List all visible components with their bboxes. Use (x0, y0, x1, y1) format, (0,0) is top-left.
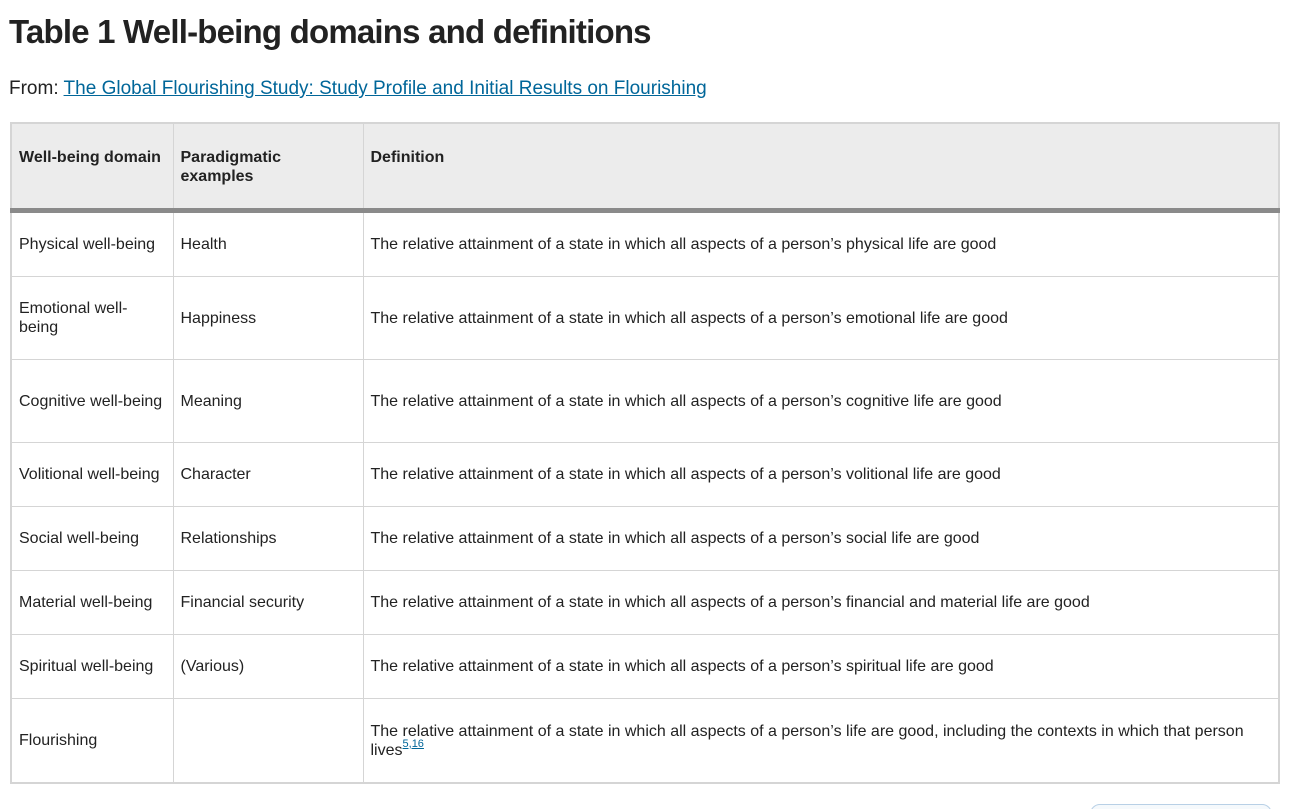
cell-examples: Relationships (173, 506, 364, 571)
cell-domain: Emotional well-being (11, 276, 174, 360)
cell-examples: (Various) (173, 634, 364, 699)
table-row: Social well-being Relationships The rela… (11, 506, 1279, 571)
cell-examples: Financial security (173, 570, 364, 635)
table-row: Flourishing The relative attainment of a… (11, 698, 1279, 784)
cell-domain: Cognitive well-being (11, 359, 174, 443)
source-prefix: From: (9, 78, 59, 99)
table-row: Volitional well-being Character The rela… (11, 442, 1279, 507)
cell-definition: The relative attainment of a state in wh… (363, 359, 1279, 443)
cell-examples: Meaning (173, 359, 364, 443)
cell-domain: Volitional well-being (11, 442, 174, 507)
page-title: Table 1 Well-being domains and definitio… (9, 13, 652, 50)
header-examples: Paradigmatic examples (173, 123, 364, 213)
cell-examples: Happiness (173, 276, 364, 360)
definition-text: The relative attainment of a state in wh… (370, 722, 1244, 759)
cell-definition: The relative attainment of a state in wh… (363, 570, 1279, 635)
source-article-link[interactable]: The Global Flourishing Study: Study Prof… (64, 78, 707, 99)
cell-domain: Flourishing (11, 698, 174, 784)
source-line: From: The Global Flourishing Study: Stud… (9, 76, 707, 102)
cell-definition: The relative attainment of a state in wh… (363, 210, 1279, 277)
well-being-table: Well-being domain Paradigmatic examples … (10, 122, 1280, 784)
cell-domain: Physical well-being (11, 210, 174, 277)
cell-definition: The relative attainment of a state in wh… (363, 442, 1279, 507)
table-row: Spiritual well-being (Various) The relat… (11, 634, 1279, 699)
page: Table 1 Well-being domains and definitio… (0, 0, 1292, 809)
cell-domain: Material well-being (11, 570, 174, 635)
cell-examples (173, 698, 364, 784)
reference-link[interactable]: 5,16 (403, 738, 424, 750)
table-row: Material well-being Financial security T… (11, 570, 1279, 635)
cell-domain: Social well-being (11, 506, 174, 571)
table-row: Emotional well-being Happiness The relat… (11, 276, 1279, 360)
reference-superscript: 5,16 (403, 738, 424, 750)
cell-definition: The relative attainment of a state in wh… (363, 698, 1279, 784)
header-domain: Well-being domain (11, 123, 174, 213)
header-definition: Definition (363, 123, 1279, 213)
table-row: Physical well-being Health The relative … (11, 210, 1279, 277)
cell-examples: Health (173, 210, 364, 277)
cell-examples: Character (173, 442, 364, 507)
cell-definition: The relative attainment of a state in wh… (363, 506, 1279, 571)
table-row: Cognitive well-being Meaning The relativ… (11, 359, 1279, 443)
cell-definition: The relative attainment of a state in wh… (363, 634, 1279, 699)
cell-domain: Spiritual well-being (11, 634, 174, 699)
partial-button[interactable] (1090, 804, 1272, 809)
table-header-row: Well-being domain Paradigmatic examples … (11, 123, 1279, 213)
cell-definition: The relative attainment of a state in wh… (363, 276, 1279, 360)
